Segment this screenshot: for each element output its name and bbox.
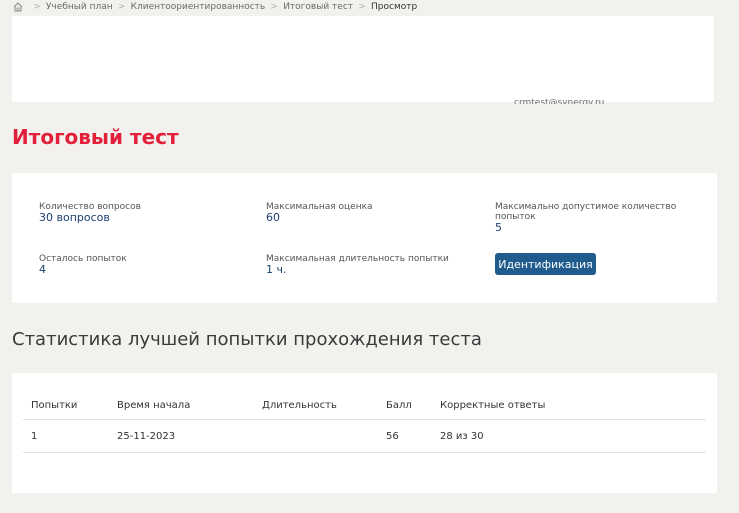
max-score-field: Максимальная оценка 60 bbox=[266, 202, 466, 224]
column-header-attempts: Попытки bbox=[23, 392, 109, 420]
table-header-row: Попытки Время начала Длительность Балл К… bbox=[23, 392, 706, 420]
stats-section-title: Статистика лучшей попытки прохождения те… bbox=[12, 329, 482, 350]
max-duration-value: 1 ч. bbox=[266, 263, 287, 276]
max-score-label: Максимальная оценка bbox=[266, 202, 373, 212]
chevron-right-icon: > bbox=[33, 1, 41, 12]
cell-score: 56 bbox=[378, 419, 432, 453]
chevron-right-icon: > bbox=[358, 1, 366, 12]
breadcrumb-item-plan[interactable]: Учебный план bbox=[46, 2, 113, 12]
cell-attempt: 1 bbox=[23, 419, 109, 453]
column-header-correct-answers: Корректные ответы bbox=[432, 392, 706, 420]
breadcrumb: > Учебный план > Клиентоориентированност… bbox=[12, 0, 417, 13]
breadcrumb-item-test[interactable]: Итоговый тест bbox=[283, 2, 353, 12]
attempts-left-field: Осталось попыток 4 bbox=[39, 254, 239, 276]
max-attempts-label: Максимально допустимое количество попыто… bbox=[495, 202, 677, 222]
questions-count-value: 30 вопросов bbox=[39, 211, 110, 224]
cell-duration bbox=[254, 419, 378, 453]
max-duration-label: Максимальная длительность попытки bbox=[266, 254, 449, 264]
questions-count-field: Количество вопросов 30 вопросов bbox=[39, 202, 239, 224]
header-cut-text: crmtest@synergy.ru bbox=[514, 98, 605, 104]
header-card bbox=[12, 16, 714, 102]
chevron-right-icon: > bbox=[117, 1, 126, 12]
chevron-right-icon: > bbox=[270, 1, 278, 12]
cell-correct-answers: 28 из 30 bbox=[432, 419, 706, 453]
column-header-score: Балл bbox=[378, 392, 432, 420]
stats-table: Попытки Время начала Длительность Балл К… bbox=[23, 392, 706, 453]
breadcrumb-current: Просмотр bbox=[371, 1, 418, 12]
test-info-card: Количество вопросов 30 вопросов Максимал… bbox=[12, 173, 717, 303]
max-attempts-field: Максимально допустимое количество попыто… bbox=[495, 202, 685, 234]
max-score-value: 60 bbox=[266, 211, 280, 224]
column-header-start-time: Время начала bbox=[109, 392, 254, 420]
breadcrumb-item-course[interactable]: Клиентоориентированность bbox=[131, 2, 266, 12]
max-attempts-value: 5 bbox=[495, 221, 502, 234]
home-icon[interactable] bbox=[12, 1, 24, 13]
page-title: Итоговый тест bbox=[12, 125, 179, 149]
attempts-left-label: Осталось попыток bbox=[39, 254, 127, 264]
column-header-duration: Длительность bbox=[254, 392, 378, 420]
max-duration-field: Максимальная длительность попытки 1 ч. bbox=[266, 254, 466, 276]
attempts-left-value: 4 bbox=[39, 263, 46, 276]
stats-card: Попытки Время начала Длительность Балл К… bbox=[12, 373, 717, 493]
table-row: 1 25-11-2023 56 28 из 30 bbox=[23, 419, 706, 453]
cell-start-time: 25-11-2023 bbox=[109, 419, 254, 453]
identification-button[interactable]: Идентификация bbox=[495, 253, 596, 275]
